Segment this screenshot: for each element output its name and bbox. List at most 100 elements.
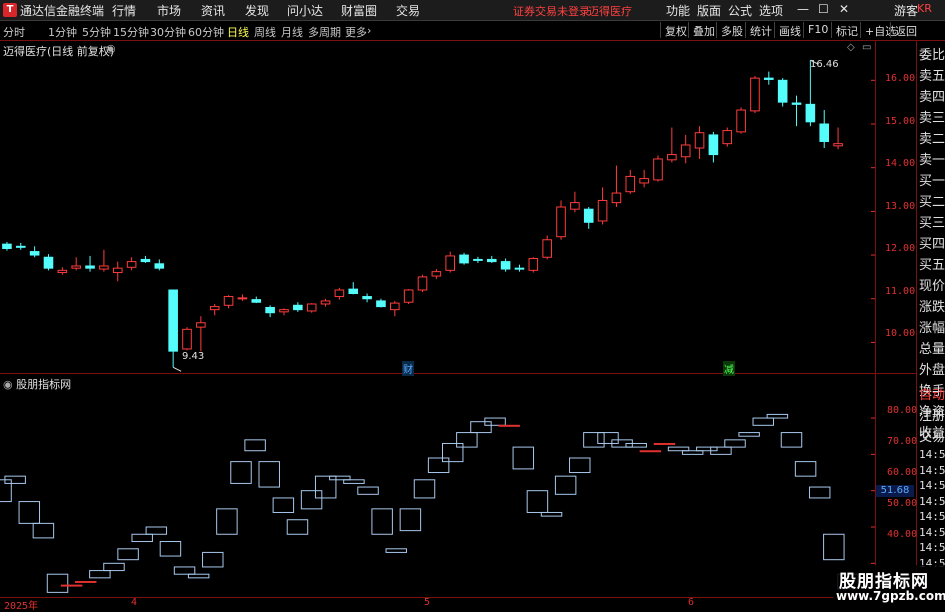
candle-body — [343, 479, 365, 484]
menu-wealth-circle[interactable]: 财富圈 — [341, 2, 377, 19]
title-bar: T 通达信金融终端 行情 市场 资讯 发现 问小达 财富圈 交易 证券交易未登录… — [0, 0, 945, 21]
side-label: 卖三 — [919, 111, 945, 126]
period-weekly[interactable]: 周线 — [254, 24, 276, 40]
candle — [694, 126, 705, 159]
candle-body — [456, 432, 478, 448]
candle — [542, 235, 552, 260]
side-label: 买五 — [919, 258, 945, 273]
candle-body — [103, 562, 125, 572]
period-30min[interactable]: 30分钟 — [150, 24, 186, 40]
event-marker-finance[interactable]: 财 — [402, 361, 414, 376]
period-more[interactable]: 更多 — [345, 24, 367, 40]
period-5min[interactable]: 5分钟 — [82, 24, 111, 40]
candle — [752, 417, 774, 426]
side-kr-tab[interactable]: KR — [917, 2, 932, 15]
candle — [29, 246, 40, 258]
candle-body — [15, 245, 26, 248]
period-intraday[interactable]: 分时 — [3, 24, 25, 40]
candle — [639, 169, 649, 188]
period-daily[interactable]: 日线 — [227, 24, 249, 40]
candle — [343, 479, 365, 484]
candle-body — [357, 486, 379, 495]
side-lower-label[interactable]: 自动 — [919, 385, 945, 406]
maximize-icon[interactable]: ☐ — [818, 2, 829, 16]
candle-body — [833, 143, 843, 147]
period-1min[interactable]: 1分钟 — [48, 24, 77, 40]
candle-body — [99, 265, 109, 270]
candle — [486, 255, 497, 263]
candle-body — [696, 446, 718, 452]
candle-body — [445, 255, 455, 271]
candle-body — [819, 123, 830, 142]
candle — [182, 327, 192, 351]
candle — [126, 257, 137, 271]
candle-body — [542, 239, 552, 258]
period-15min[interactable]: 15分钟 — [113, 24, 149, 40]
candle-body — [625, 442, 647, 448]
side-label: 卖五 — [919, 69, 945, 84]
close-icon[interactable]: ✕ — [839, 2, 849, 16]
guest-link[interactable]: 游客 — [894, 2, 918, 19]
candle-body — [371, 508, 393, 535]
menu-discover[interactable]: 发现 — [245, 2, 269, 19]
candle — [376, 298, 386, 308]
candle-body — [473, 258, 483, 261]
period-monthly[interactable]: 月线 — [281, 24, 303, 40]
menu-ask-xiaoda[interactable]: 问小达 — [287, 2, 323, 19]
login-warning[interactable]: 证券交易未登录 — [513, 3, 590, 19]
menu-functions[interactable]: 功能 — [666, 2, 690, 19]
candle — [237, 294, 248, 301]
tick-time: 14:56 — [919, 510, 945, 523]
indicator-chart[interactable] — [0, 375, 875, 596]
candle — [625, 169, 636, 194]
multi-stock-button[interactable]: 多股 — [716, 22, 747, 38]
candle — [89, 570, 111, 579]
side-lower-label[interactable]: 注册 — [919, 406, 945, 427]
mark-button[interactable]: 标记 — [831, 22, 862, 38]
price-chart[interactable] — [0, 41, 875, 373]
app-logo-icon: T — [3, 3, 17, 17]
minimize-icon[interactable]: — — [797, 2, 809, 16]
candle-body — [514, 267, 525, 270]
candle — [357, 486, 379, 495]
candle — [99, 249, 109, 272]
candle-body — [265, 306, 275, 314]
chevron-right-icon[interactable]: › — [367, 24, 371, 37]
price-tick: 12.00 — [885, 243, 916, 254]
candle — [117, 548, 139, 561]
period-60min[interactable]: 60分钟 — [188, 24, 224, 40]
candle-body — [18, 501, 41, 524]
candle — [371, 508, 393, 535]
candle-body — [427, 457, 450, 474]
candle — [639, 450, 662, 453]
side-divider — [916, 41, 917, 597]
period-multi[interactable]: 多周期 — [308, 24, 341, 40]
menu-news[interactable]: 资讯 — [201, 2, 225, 19]
menu-market-quotes[interactable]: 行情 — [112, 2, 136, 19]
draw-line-button[interactable]: 画线 — [774, 22, 805, 38]
candle — [209, 303, 220, 316]
menu-layout[interactable]: 版面 — [697, 2, 721, 19]
adjust-button[interactable]: 复权 — [660, 22, 691, 38]
menu-formula[interactable]: 公式 — [728, 2, 752, 19]
menu-options[interactable]: 选项 — [759, 2, 783, 19]
tick-time: 14:56 — [919, 541, 945, 554]
side-lower-label[interactable]: 交易 — [919, 427, 945, 448]
candle-body — [680, 144, 691, 158]
candle — [528, 257, 539, 273]
candle — [696, 446, 718, 452]
candle — [320, 298, 331, 307]
event-marker-reduce[interactable]: 减 — [723, 361, 735, 376]
overlay-button[interactable]: 叠加 — [688, 22, 719, 38]
candle-body — [764, 77, 774, 80]
stats-button[interactable]: 统计 — [745, 22, 776, 38]
menu-market[interactable]: 市场 — [157, 2, 181, 19]
f10-button[interactable]: F10 — [803, 22, 832, 38]
menu-trade[interactable]: 交易 — [396, 2, 420, 19]
indicator-tick: 80.00 — [887, 405, 918, 416]
candle — [456, 432, 478, 448]
candle-body — [417, 276, 428, 291]
back-button[interactable]: 返回 — [890, 22, 921, 38]
candle — [653, 442, 676, 445]
candle — [300, 490, 323, 510]
